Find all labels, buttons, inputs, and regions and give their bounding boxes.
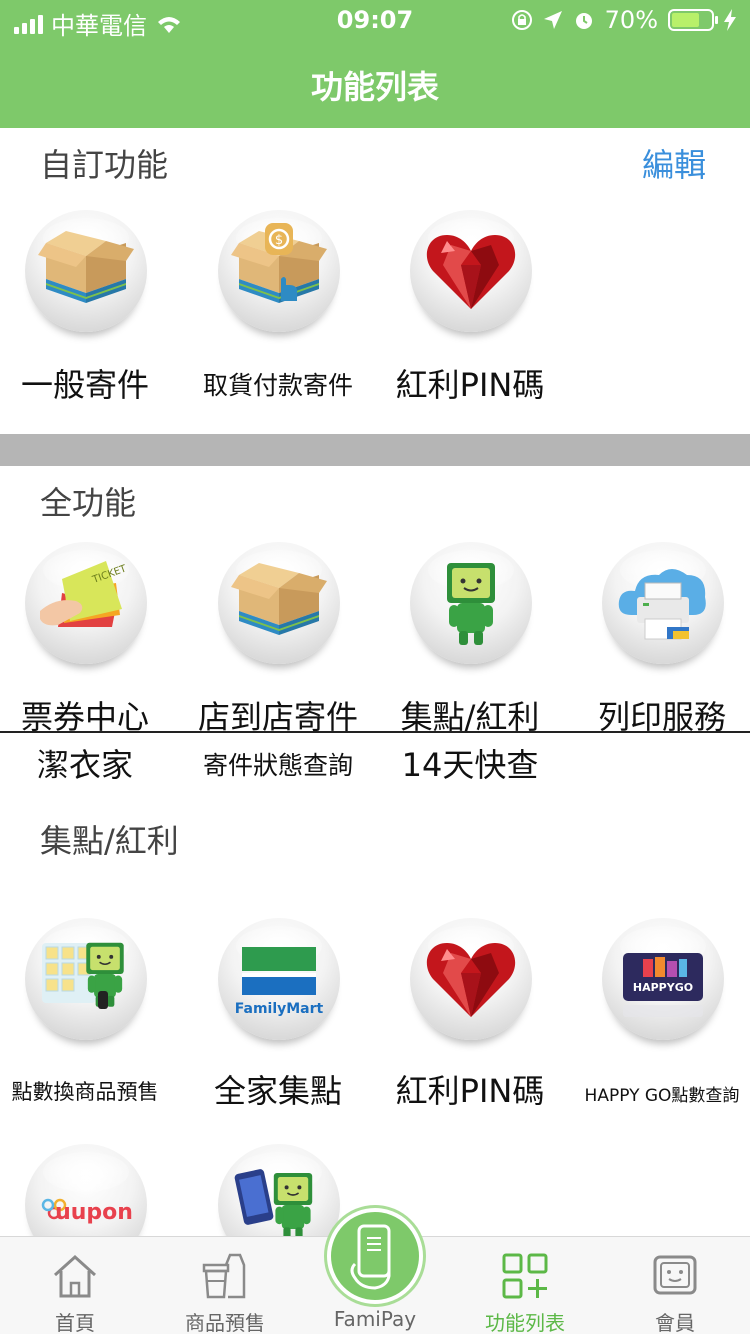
custom-item-general-shipping[interactable]: 一般寄件 <box>0 360 181 406</box>
mascot-gift-wall-icon[interactable] <box>25 918 147 1040</box>
tab-famipay-label: FamiPay <box>333 1307 417 1331</box>
ticket-icon[interactable]: TICKET <box>25 542 147 664</box>
tab-home-label: 首頁 <box>55 1311 95 1334</box>
battery-percent: 70% <box>604 6 658 34</box>
ruby-heart-icon[interactable] <box>410 918 532 1040</box>
rotation-lock-icon <box>511 10 532 30</box>
points-item-redeem-presale[interactable]: 點數換商品預售 <box>0 1076 181 1106</box>
alarm-icon <box>575 13 592 29</box>
custom-item-bonus-pin[interactable]: 紅利PIN碼 <box>374 360 566 406</box>
familymart-logo-text: FamilyMart <box>235 1001 324 1017</box>
mascot-icon[interactable] <box>410 542 532 664</box>
points-item-happygo-query[interactable]: HAPPY GO點數查詢 <box>566 1081 750 1106</box>
tab-home[interactable]: 首頁 <box>0 1237 150 1334</box>
tab-presale[interactable]: 商品預售 <box>150 1237 300 1334</box>
points-item-family-points[interactable]: 全家集點 <box>182 1066 374 1112</box>
familymart-logo-icon[interactable]: FamilyMart <box>218 918 340 1040</box>
section-divider <box>0 434 750 466</box>
row-divider <box>0 731 750 733</box>
section-title-custom: 自訂功能 <box>40 146 169 184</box>
parcel-box-icon[interactable] <box>218 542 340 664</box>
section-title-all: 全功能 <box>40 484 137 522</box>
parcel-box-icon[interactable] <box>25 210 147 332</box>
location-arrow-icon <box>543 11 562 29</box>
member-face-icon <box>653 1255 697 1295</box>
section-title-points: 集點/紅利 <box>40 822 179 860</box>
home-icon <box>53 1254 97 1298</box>
status-bar: 中華電信 09:07 70% <box>0 0 750 40</box>
cloud-printer-icon[interactable] <box>602 542 724 664</box>
nav-header: 功能列表 <box>0 40 750 128</box>
all-item-shipping-status[interactable]: 寄件狀態查詢 <box>182 746 374 782</box>
charging-bolt-icon <box>724 9 736 31</box>
edit-button[interactable]: 編輯 <box>642 140 706 186</box>
tab-function-list-label: 功能列表 <box>485 1311 565 1334</box>
all-item-14day-lookup[interactable]: 14天快查 <box>374 740 566 786</box>
svg-text:$: $ <box>275 233 283 248</box>
happygo-card-icon[interactable]: HAPPYGO <box>602 918 724 1040</box>
tab-function-list[interactable]: 功能列表 <box>450 1237 600 1334</box>
tab-member[interactable]: 會員 <box>600 1237 750 1334</box>
all-item-laundry[interactable]: 潔衣家 <box>0 740 181 786</box>
phone-hand-icon <box>350 1224 391 1290</box>
uupon-logo-text: uupon <box>55 1200 133 1225</box>
page-title: 功能列表 <box>310 68 439 106</box>
ruby-heart-icon[interactable] <box>410 210 532 332</box>
custom-item-cod-shipping[interactable]: 取貨付款寄件 <box>182 366 374 402</box>
cod-parcel-icon[interactable]: $ <box>218 210 340 332</box>
tab-presale-label: 商品預售 <box>185 1311 265 1334</box>
famipay-button[interactable] <box>327 1208 423 1304</box>
grid-plus-icon <box>502 1253 548 1299</box>
tab-member-label: 會員 <box>655 1311 695 1334</box>
happygo-logo-text: HAPPYGO <box>633 981 693 994</box>
battery-icon <box>668 9 718 31</box>
points-item-bonus-pin[interactable]: 紅利PIN碼 <box>374 1066 566 1112</box>
cups-icon <box>202 1253 246 1299</box>
